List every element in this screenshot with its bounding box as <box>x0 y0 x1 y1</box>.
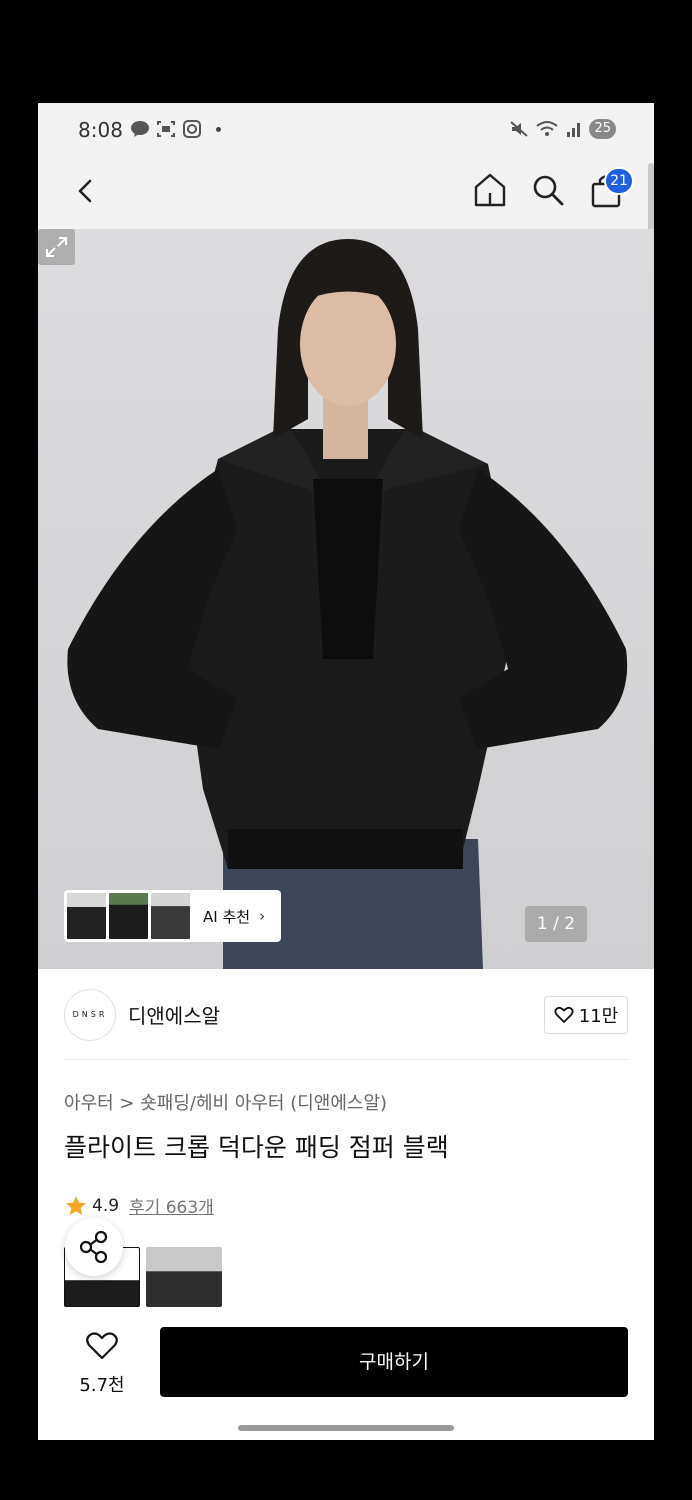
mute-icon <box>510 121 529 137</box>
talk-icon <box>131 121 149 137</box>
app-screen: 8:08 25 21 AI 추천 › 1 / 2 DNSR 디앤에스알 11만 … <box>38 103 654 1440</box>
wishlist-count: 5.7천 <box>79 1375 125 1396</box>
rating-row: 4.9 후기 663개 <box>64 1193 214 1218</box>
search-icon[interactable] <box>530 172 566 208</box>
ai-thumbnail <box>67 893 106 939</box>
instagram-icon <box>183 120 201 138</box>
product-title: 플라이트 크롭 덕다운 패딩 점퍼 블랙 <box>64 1133 449 1162</box>
brand-like-button[interactable]: 11만 <box>544 996 628 1034</box>
share-button[interactable] <box>65 1218 123 1276</box>
expand-icon[interactable] <box>38 229 75 265</box>
ai-recommendation-label: AI 추천 <box>203 907 251 926</box>
top-nav: 21 <box>38 157 654 229</box>
buy-button[interactable]: 구매하기 <box>160 1327 628 1397</box>
reviews-link[interactable]: 후기 663개 <box>129 1193 214 1218</box>
heart-icon <box>86 1332 118 1360</box>
ai-recommendation-button[interactable]: AI 추천 › <box>64 890 281 942</box>
model-photo <box>67 239 628 969</box>
ai-thumbnail <box>151 893 190 939</box>
cart-count-badge: 21 <box>604 167 634 195</box>
wishlist-button[interactable]: 5.7천 <box>68 1327 136 1397</box>
rating-value: 4.9 <box>92 1195 120 1216</box>
signal-icon <box>567 123 581 137</box>
category-breadcrumb[interactable]: 아우터 > 숏패딩/헤비 아우터 (디앤에스알) <box>64 1089 387 1115</box>
battery-icon: 25 <box>589 119 616 139</box>
more-notifications-dot <box>216 126 221 132</box>
brand-name[interactable]: 디앤에스알 <box>128 1000 220 1029</box>
status-time: 8:08 <box>78 118 123 142</box>
screenshot-icon <box>157 121 175 137</box>
star-icon <box>66 1195 86 1215</box>
image-page-counter: 1 / 2 <box>525 906 587 942</box>
system-icons: 25 <box>509 119 616 139</box>
notification-icons <box>130 120 221 138</box>
home-icon[interactable] <box>472 171 508 209</box>
thumbnail-option[interactable] <box>146 1247 222 1307</box>
heart-icon <box>554 1006 574 1023</box>
wifi-icon <box>536 121 559 136</box>
divider <box>64 1059 628 1060</box>
back-button[interactable] <box>70 173 102 209</box>
product-image[interactable]: AI 추천 › 1 / 2 <box>38 229 654 969</box>
status-bar: 8:08 25 <box>38 103 654 157</box>
home-indicator[interactable] <box>238 1425 454 1431</box>
brand-like-count: 11만 <box>578 1006 619 1027</box>
ai-thumbnail <box>109 893 148 939</box>
bottom-action-bar: 5.7천 구매하기 <box>38 1307 654 1440</box>
brand-logo[interactable]: DNSR <box>64 989 116 1041</box>
chevron-right-icon: › <box>259 907 266 925</box>
